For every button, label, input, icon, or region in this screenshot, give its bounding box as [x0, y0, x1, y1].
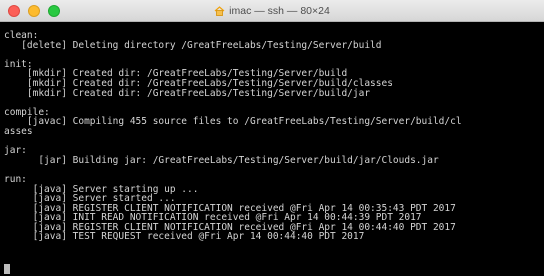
terminal-line: [mkdir] Created dir: /GreatFreeLabs/Test… [4, 87, 371, 99]
terminal-line: [java] TEST REQUEST received @Fri Apr 14… [4, 231, 365, 243]
terminal-line: [javac] Compiling 455 source files to /G… [4, 116, 462, 128]
terminal-window: imac — ssh — 80×24 clean: [delete] Delet… [0, 0, 544, 276]
window-title-area: imac — ssh — 80×24 [0, 0, 544, 22]
terminal-lines: clean: [delete] Deleting directory /Grea… [4, 31, 462, 242]
terminal-line: [jar] Building jar: /GreatFreeLabs/Testi… [4, 154, 439, 166]
text-cursor [4, 264, 10, 274]
title-bar[interactable]: imac — ssh — 80×24 [0, 0, 544, 22]
terminal-line: [delete] Deleting directory /GreatFreeLa… [4, 39, 382, 51]
terminal-output[interactable]: clean: [delete] Deleting directory /Grea… [0, 22, 544, 276]
home-icon [214, 6, 225, 16]
terminal-line: asses [4, 125, 33, 137]
window-title: imac — ssh — 80×24 [229, 5, 330, 17]
